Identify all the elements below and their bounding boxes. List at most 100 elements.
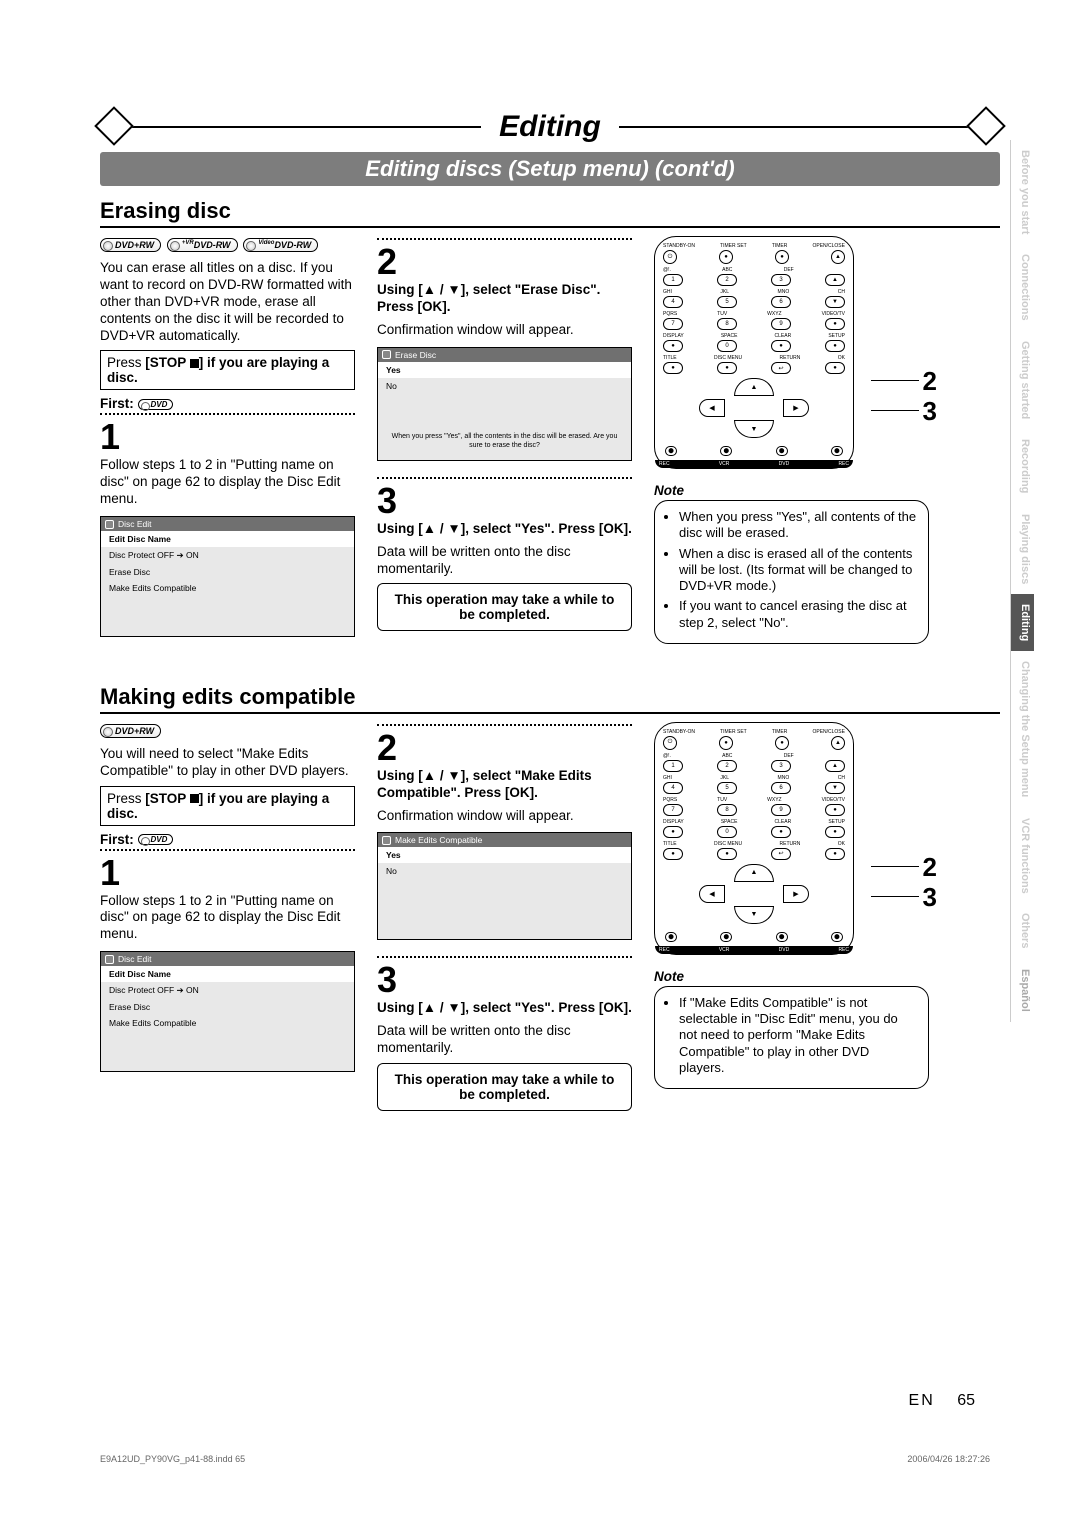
tab-connections[interactable]: Connections: [1010, 244, 1034, 331]
timer-button[interactable]: ●: [775, 736, 789, 750]
footnote-right: 2006/04/26 18:27:26: [907, 1454, 990, 1464]
section1-col-b: 2 Using [▲ / ▼], select "Erase Disc". Pr…: [377, 236, 632, 644]
note-box: If "Make Edits Compatible" is not select…: [654, 986, 929, 1089]
badge-dvd-rw: DVD+RW: [100, 724, 161, 738]
setup-button[interactable]: ●: [825, 826, 845, 838]
osd-disc-edit: Disc Edit Edit Disc Name Disc Protect OF…: [100, 516, 355, 637]
dpad-left[interactable]: ◀: [699, 885, 725, 903]
disc-menu-button[interactable]: ●: [717, 848, 737, 860]
open-close-button[interactable]: ▲: [831, 736, 845, 750]
tab-vcr-functions[interactable]: VCR functions: [1010, 808, 1034, 904]
num-3-button[interactable]: 3: [771, 274, 791, 286]
step-2-instruction: Using [▲ / ▼], select "Make Edits Compat…: [377, 768, 592, 800]
num-0-button[interactable]: 0: [717, 340, 737, 352]
tab-changing-setup[interactable]: Changing the Setup menu: [1010, 651, 1034, 807]
step-3-number: 3: [377, 483, 632, 519]
display-button[interactable]: ●: [663, 340, 683, 352]
num-2-button[interactable]: 2: [717, 760, 737, 772]
dpad-down[interactable]: ▼: [734, 420, 774, 438]
osd-row-no: No: [378, 378, 631, 394]
title-button[interactable]: ●: [663, 848, 683, 860]
rec-icon: ⬤: [665, 446, 677, 456]
num-9-button[interactable]: 9: [771, 318, 791, 330]
first-label: First: DVD: [100, 396, 355, 411]
num-4-button[interactable]: 4: [663, 782, 683, 794]
timer-button[interactable]: ●: [775, 250, 789, 264]
num-5-button[interactable]: 5: [717, 782, 737, 794]
video-tv-button[interactable]: ●: [825, 804, 845, 816]
clear-button[interactable]: ●: [771, 826, 791, 838]
step-2-instruction: Using [▲ / ▼], select "Erase Disc". Pres…: [377, 282, 600, 314]
dpad-left[interactable]: ◀: [699, 399, 725, 417]
intro-text: You will need to select "Make Edits Comp…: [100, 746, 355, 780]
menu-icon: [382, 350, 391, 359]
section2-col-b: 2 Using [▲ / ▼], select "Make Edits Comp…: [377, 722, 632, 1111]
osd-row: Edit Disc Name: [101, 966, 354, 982]
num-5-button[interactable]: 5: [717, 296, 737, 308]
note-heading: Note: [654, 969, 929, 984]
num-3-button[interactable]: 3: [771, 760, 791, 772]
ch-down-button[interactable]: ▼: [825, 296, 845, 308]
tab-before-you-start[interactable]: Before you start: [1010, 140, 1034, 244]
badge-dvd-rw-vr: +VRDVD-RW: [167, 238, 238, 252]
standby-button[interactable]: ⏻: [663, 736, 677, 750]
dpad-right[interactable]: ▶: [783, 885, 809, 903]
tab-playing-discs[interactable]: Playing discs: [1010, 504, 1034, 594]
tab-recording[interactable]: Recording: [1010, 429, 1034, 503]
num-8-button[interactable]: 8: [717, 804, 737, 816]
num-8-button[interactable]: 8: [717, 318, 737, 330]
ch-up-button[interactable]: ▲: [825, 274, 845, 286]
num-7-button[interactable]: 7: [663, 318, 683, 330]
page-title-banner: Editing: [100, 110, 1000, 144]
num-7-button[interactable]: 7: [663, 804, 683, 816]
num-9-button[interactable]: 9: [771, 804, 791, 816]
tab-others[interactable]: Others: [1010, 903, 1034, 958]
num-6-button[interactable]: 6: [771, 296, 791, 308]
osd-disc-edit: Disc Edit Edit Disc Name Disc Protect OF…: [100, 951, 355, 1072]
dpad-right[interactable]: ▶: [783, 399, 809, 417]
dpad-down[interactable]: ▼: [734, 906, 774, 924]
timer-set-button[interactable]: ●: [719, 250, 733, 264]
rec-icon: ⬤: [665, 932, 677, 942]
open-close-button[interactable]: ▲: [831, 250, 845, 264]
num-1-button[interactable]: 1: [663, 760, 683, 772]
callout-2: 2: [923, 366, 937, 397]
callout-3: 3: [923, 882, 937, 913]
dvd-icon: DVD: [138, 834, 174, 845]
video-tv-button[interactable]: ●: [825, 318, 845, 330]
osd-row-no: No: [378, 863, 631, 879]
dpad-up[interactable]: ▲: [734, 378, 774, 396]
num-4-button[interactable]: 4: [663, 296, 683, 308]
tab-espanol[interactable]: Español: [1010, 959, 1034, 1022]
dpad-up[interactable]: ▲: [734, 864, 774, 882]
clear-button[interactable]: ●: [771, 340, 791, 352]
ch-up-button[interactable]: ▲: [825, 760, 845, 772]
title-button[interactable]: ●: [663, 362, 683, 374]
return-button[interactable]: ↩: [771, 362, 791, 374]
disc-menu-button[interactable]: ●: [717, 362, 737, 374]
return-button[interactable]: ↩: [771, 848, 791, 860]
num-6-button[interactable]: 6: [771, 782, 791, 794]
timer-set-button[interactable]: ●: [719, 736, 733, 750]
num-1-button[interactable]: 1: [663, 274, 683, 286]
ok-button[interactable]: ●: [825, 848, 845, 860]
note-item: If "Make Edits Compatible" is not select…: [679, 995, 918, 1076]
dpad[interactable]: ▲ ▼ ◀ ▶: [699, 864, 809, 924]
step-2-number: 2: [377, 730, 632, 766]
ch-down-button[interactable]: ▼: [825, 782, 845, 794]
tab-editing[interactable]: Editing: [1010, 594, 1034, 651]
num-0-button[interactable]: 0: [717, 826, 737, 838]
num-2-button[interactable]: 2: [717, 274, 737, 286]
standby-button[interactable]: ⏻: [663, 250, 677, 264]
tab-getting-started[interactable]: Getting started: [1010, 331, 1034, 429]
dvd-icon: DVD: [138, 399, 174, 410]
step-3-instruction: Using [▲ / ▼], select "Yes". Press [OK].: [377, 1000, 632, 1015]
disc-badges: DVD+RW +VRDVD-RW VideoDVD-RW: [100, 236, 355, 252]
osd-row: Edit Disc Name: [101, 531, 354, 547]
page-title: Editing: [481, 110, 619, 144]
dpad[interactable]: ▲ ▼ ◀ ▶: [699, 378, 809, 438]
step-1-number: 1: [100, 419, 355, 455]
display-button[interactable]: ●: [663, 826, 683, 838]
ok-button[interactable]: ●: [825, 362, 845, 374]
setup-button[interactable]: ●: [825, 340, 845, 352]
